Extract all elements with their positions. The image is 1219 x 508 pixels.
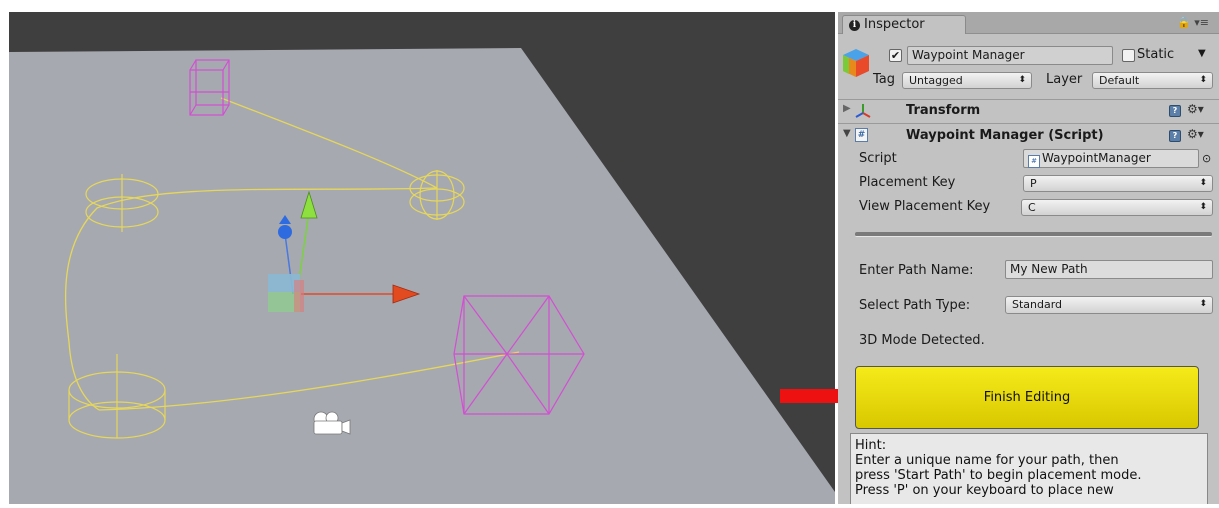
hint-box: Hint: Enter a unique name for your path,…	[850, 433, 1208, 504]
section-separator	[855, 232, 1212, 237]
static-dropdown-icon[interactable]: ▼	[1198, 48, 1206, 59]
gear-icon[interactable]: ⚙▾	[1187, 102, 1204, 116]
script-file-icon: #	[1028, 155, 1040, 168]
script-value: WaypointManager	[1042, 151, 1151, 165]
hint-line-3: Press 'P' on your keyboard to place new	[855, 483, 1114, 498]
lock-menu-icon[interactable]: 🔒 ▾≡	[1177, 16, 1209, 29]
transform-header[interactable]: ▶ Transform ? ⚙▾	[838, 100, 1219, 122]
object-name-field[interactable]: Waypoint Manager	[907, 46, 1113, 65]
expand-arrow-icon[interactable]: ▶	[843, 103, 851, 114]
transform-axis-icon	[855, 104, 871, 118]
path-name-input[interactable]: My New Path	[1005, 260, 1213, 279]
help-icon[interactable]: ?	[1169, 105, 1181, 117]
tab-inspector-label: Inspector	[864, 17, 925, 32]
layer-value: Default	[1099, 74, 1140, 87]
tag-label: Tag	[873, 72, 896, 87]
collapse-arrow-icon[interactable]: ▼	[843, 128, 851, 139]
inspector-panel: i Inspector 🔒 ▾≡ ✔ Waypoint Manager Stati…	[838, 12, 1219, 504]
z-axis-handle	[278, 225, 292, 239]
placement-key-value: P	[1030, 177, 1037, 190]
dropdown-arrow-icon: ⬍	[1199, 75, 1207, 85]
active-checkbox[interactable]: ✔	[889, 49, 902, 62]
view-placement-key-dropdown[interactable]: C ⬍	[1021, 199, 1213, 216]
csharp-script-icon: #	[855, 128, 868, 142]
hint-line-1: Enter a unique name for your path, then	[855, 453, 1119, 468]
scene-view[interactable]	[9, 12, 835, 504]
script-label: Script	[859, 151, 897, 166]
info-icon: i	[849, 20, 860, 31]
gear-icon[interactable]: ⚙▾	[1187, 127, 1204, 141]
dropdown-arrow-icon: ⬍	[1199, 202, 1207, 212]
script-component-header[interactable]: ▼ # Waypoint Manager (Script) ? ⚙▾	[838, 124, 1219, 146]
placement-key-dropdown[interactable]: P ⬍	[1023, 175, 1213, 192]
gameobject-cube-icon	[843, 49, 869, 77]
dropdown-arrow-icon: ⬍	[1018, 75, 1026, 85]
help-icon[interactable]: ?	[1169, 130, 1181, 142]
path-type-label: Select Path Type:	[859, 298, 971, 313]
tag-dropdown[interactable]: Untagged ⬍	[902, 72, 1032, 89]
script-component-title: Waypoint Manager (Script)	[906, 128, 1104, 143]
placement-key-label: Placement Key	[859, 175, 956, 190]
dropdown-arrow-icon: ⬍	[1199, 178, 1207, 188]
finish-editing-button[interactable]: Finish Editing	[855, 366, 1199, 429]
static-checkbox[interactable]	[1122, 49, 1135, 62]
transform-label: Transform	[906, 103, 981, 118]
view-placement-key-label: View Placement Key	[859, 199, 991, 214]
scene-viewport[interactable]	[9, 12, 835, 504]
mode-detected-text: 3D Mode Detected.	[859, 333, 985, 348]
script-reference-field[interactable]: # WaypointManager	[1023, 149, 1199, 168]
inspector-tabbar: i Inspector 🔒 ▾≡	[838, 12, 1219, 34]
path-name-label: Enter Path Name:	[859, 263, 974, 278]
tab-inspector[interactable]: i Inspector	[842, 15, 966, 34]
object-picker-icon[interactable]: ⊙	[1202, 152, 1211, 165]
dropdown-arrow-icon: ⬍	[1199, 299, 1207, 309]
view-placement-key-value: C	[1028, 201, 1036, 214]
static-label: Static	[1137, 47, 1175, 62]
hint-title: Hint:	[855, 438, 887, 453]
path-type-dropdown[interactable]: Standard ⬍	[1005, 296, 1213, 314]
tag-value: Untagged	[909, 74, 963, 87]
hint-line-2: press 'Start Path' to begin placement mo…	[855, 468, 1142, 483]
layer-label: Layer	[1046, 72, 1083, 87]
path-type-value: Standard	[1012, 298, 1063, 311]
layer-dropdown[interactable]: Default ⬍	[1092, 72, 1213, 89]
